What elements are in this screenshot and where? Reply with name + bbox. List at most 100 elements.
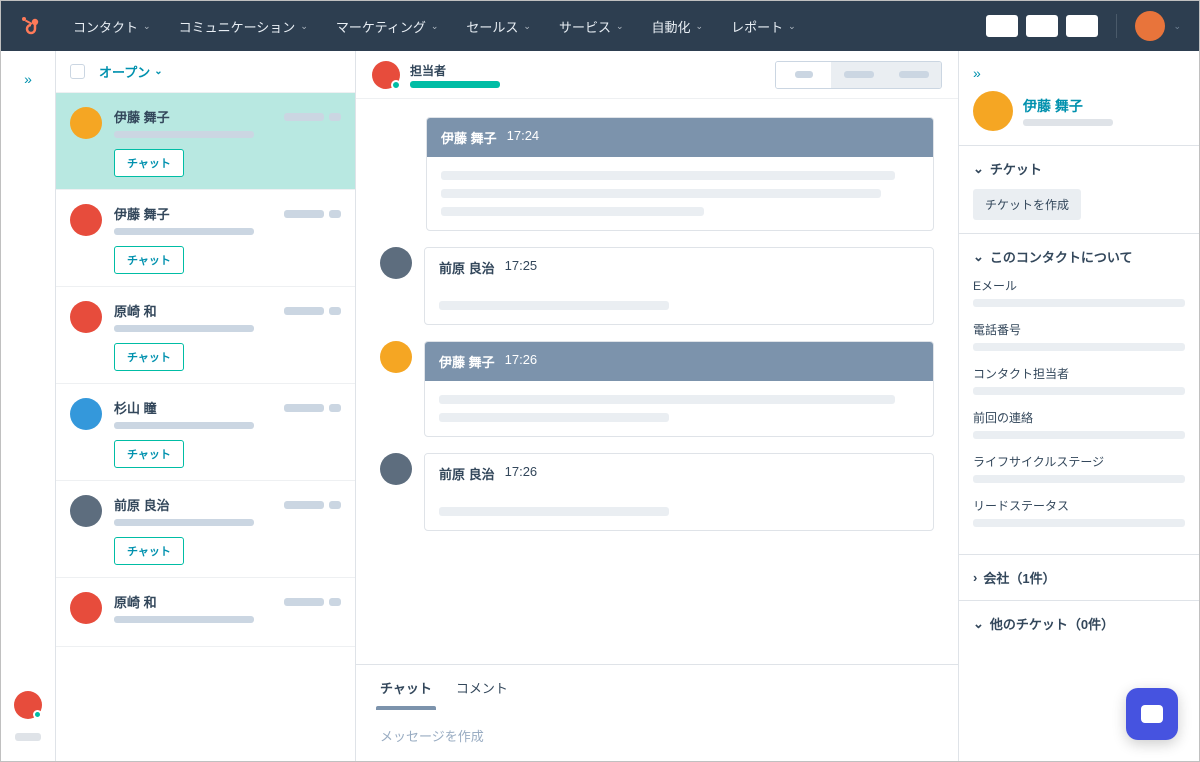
conversation-preview bbox=[114, 325, 254, 332]
conversation-item[interactable]: 伊藤 舞子 チャット bbox=[56, 190, 355, 287]
message-group: 伊藤 舞子17:24 bbox=[380, 117, 934, 231]
message-avatar bbox=[380, 453, 412, 485]
message-header: 前原 良治17:26 bbox=[425, 454, 933, 493]
chevron-down-icon: ⌄ bbox=[300, 21, 308, 32]
chevron-down-icon: ⌄ bbox=[154, 66, 162, 77]
conversation-avatar bbox=[70, 301, 102, 333]
conversation-avatar bbox=[70, 107, 102, 139]
conversation-item[interactable]: 原崎 和 チャット bbox=[56, 287, 355, 384]
message-body bbox=[425, 493, 933, 530]
hubspot-logo-icon[interactable] bbox=[19, 14, 43, 38]
field-value-placeholder bbox=[973, 299, 1185, 307]
nav-contacts[interactable]: コンタクト⌄ bbox=[73, 17, 151, 36]
chat-panel: 担当者 伊藤 舞子17:24 前原 良治17:25 伊藤 舞子17:26 前原 … bbox=[356, 51, 959, 761]
section-ticket-header[interactable]: ⌄チケット bbox=[973, 159, 1185, 178]
select-all-checkbox[interactable] bbox=[70, 64, 85, 79]
chevron-down-icon: ⌄ bbox=[616, 21, 624, 32]
message-input[interactable]: メッセージを作成 bbox=[356, 710, 958, 761]
conversation-avatar bbox=[70, 495, 102, 527]
conversation-item[interactable]: 杉山 瞳 チャット bbox=[56, 384, 355, 481]
field-label: ライフサイクルステージ bbox=[973, 453, 1185, 470]
conversation-item[interactable]: 伊藤 舞子 チャット bbox=[56, 93, 355, 190]
nav-communication[interactable]: コミュニケーション⌄ bbox=[179, 17, 308, 36]
field-label: 前回の連絡 bbox=[973, 409, 1185, 426]
nav-action-3[interactable] bbox=[1066, 15, 1098, 37]
chat-badge: チャット bbox=[114, 246, 184, 274]
field-value-placeholder bbox=[973, 431, 1185, 439]
view-toggle[interactable] bbox=[775, 61, 942, 89]
conversation-name: 前原 良治 bbox=[114, 495, 170, 514]
chevron-down-icon: ⌄ bbox=[143, 21, 151, 32]
current-user-avatar[interactable] bbox=[14, 691, 42, 719]
conversation-name: 伊藤 舞子 bbox=[114, 204, 170, 223]
conversation-preview bbox=[114, 422, 254, 429]
conversation-preview bbox=[114, 131, 254, 138]
chat-badge: チャット bbox=[114, 440, 184, 468]
expand-rail-icon[interactable]: » bbox=[24, 71, 32, 87]
chat-badge: チャット bbox=[114, 343, 184, 371]
chat-badge: チャット bbox=[114, 149, 184, 177]
details-panel: » 伊藤 舞子 ⌄チケット チケットを作成 ⌄このコンタクトについて Eメール電… bbox=[959, 51, 1199, 761]
contact-name[interactable]: 伊藤 舞子 bbox=[1023, 96, 1113, 116]
conversation-list-panel: オープン⌄ 伊藤 舞子 チャット 伊藤 舞子 チャット 原崎 和 チャット 杉山… bbox=[56, 51, 356, 761]
message-group: 伊藤 舞子17:26 bbox=[380, 341, 934, 437]
nav-service[interactable]: サービス⌄ bbox=[559, 17, 624, 36]
chevron-down-icon: ⌄ bbox=[788, 21, 796, 32]
field-label: コンタクト担当者 bbox=[973, 365, 1185, 382]
user-avatar[interactable] bbox=[1135, 11, 1165, 41]
field-value-placeholder bbox=[973, 519, 1185, 527]
create-ticket-button[interactable]: チケットを作成 bbox=[973, 189, 1081, 220]
contact-field: ライフサイクルステージ bbox=[973, 453, 1185, 483]
contact-field: Eメール bbox=[973, 277, 1185, 307]
expand-details-icon[interactable]: » bbox=[973, 65, 1185, 81]
assignee-name-placeholder bbox=[410, 81, 500, 88]
message-group: 前原 良治17:25 bbox=[380, 247, 934, 325]
message-body bbox=[425, 287, 933, 324]
chevron-down-icon: ⌄ bbox=[523, 21, 531, 32]
chat-icon bbox=[1141, 705, 1163, 723]
chevron-right-icon: › bbox=[973, 570, 977, 585]
chevron-down-icon: ⌄ bbox=[973, 249, 984, 265]
nav-action-2[interactable] bbox=[1026, 15, 1058, 37]
contact-field: 電話番号 bbox=[973, 321, 1185, 351]
field-label: Eメール bbox=[973, 277, 1185, 294]
nav-sales[interactable]: セールス⌄ bbox=[466, 17, 531, 36]
chevron-down-icon: ⌄ bbox=[973, 161, 984, 177]
conversation-item[interactable]: 前原 良治 チャット bbox=[56, 481, 355, 578]
assignee-avatar[interactable] bbox=[372, 61, 400, 89]
message-body bbox=[427, 157, 933, 230]
left-rail: » bbox=[1, 51, 56, 761]
field-value-placeholder bbox=[973, 475, 1185, 483]
chevron-down-icon: ⌄ bbox=[1173, 21, 1181, 32]
message-header: 伊藤 舞子17:24 bbox=[427, 118, 933, 157]
field-label: リードステータス bbox=[973, 497, 1185, 514]
contact-field: コンタクト担当者 bbox=[973, 365, 1185, 395]
conversation-avatar bbox=[70, 398, 102, 430]
nav-action-1[interactable] bbox=[986, 15, 1018, 37]
nav-automation[interactable]: 自動化⌄ bbox=[652, 17, 704, 36]
field-value-placeholder bbox=[973, 387, 1185, 395]
section-company-header[interactable]: ›会社（1件） bbox=[973, 568, 1185, 587]
chevron-down-icon: ⌄ bbox=[696, 21, 704, 32]
conversation-name: 原崎 和 bbox=[114, 592, 157, 611]
nav-reports[interactable]: レポート⌄ bbox=[731, 17, 796, 36]
section-other-tickets-header[interactable]: ⌄他のチケット（0件） bbox=[973, 614, 1185, 633]
filter-open-dropdown[interactable]: オープン⌄ bbox=[99, 62, 163, 81]
tab-comment[interactable]: コメント bbox=[456, 665, 508, 710]
nav-marketing[interactable]: マーケティング⌄ bbox=[336, 17, 439, 36]
conversation-item[interactable]: 原崎 和 bbox=[56, 578, 355, 647]
section-about-header[interactable]: ⌄このコンタクトについて bbox=[973, 247, 1185, 266]
chat-widget-button[interactable] bbox=[1126, 688, 1178, 740]
conversation-preview bbox=[114, 519, 254, 526]
message-header: 伊藤 舞子17:26 bbox=[425, 342, 933, 381]
conversation-name: 杉山 瞳 bbox=[114, 398, 157, 417]
tab-chat[interactable]: チャット bbox=[380, 665, 432, 710]
rail-placeholder bbox=[15, 733, 41, 741]
contact-avatar[interactable] bbox=[973, 91, 1013, 131]
chevron-down-icon: ⌄ bbox=[431, 21, 439, 32]
conversation-avatar bbox=[70, 204, 102, 236]
conversation-preview bbox=[114, 616, 254, 623]
conversation-name: 原崎 和 bbox=[114, 301, 157, 320]
message-avatar bbox=[380, 247, 412, 279]
message-avatar bbox=[380, 341, 412, 373]
